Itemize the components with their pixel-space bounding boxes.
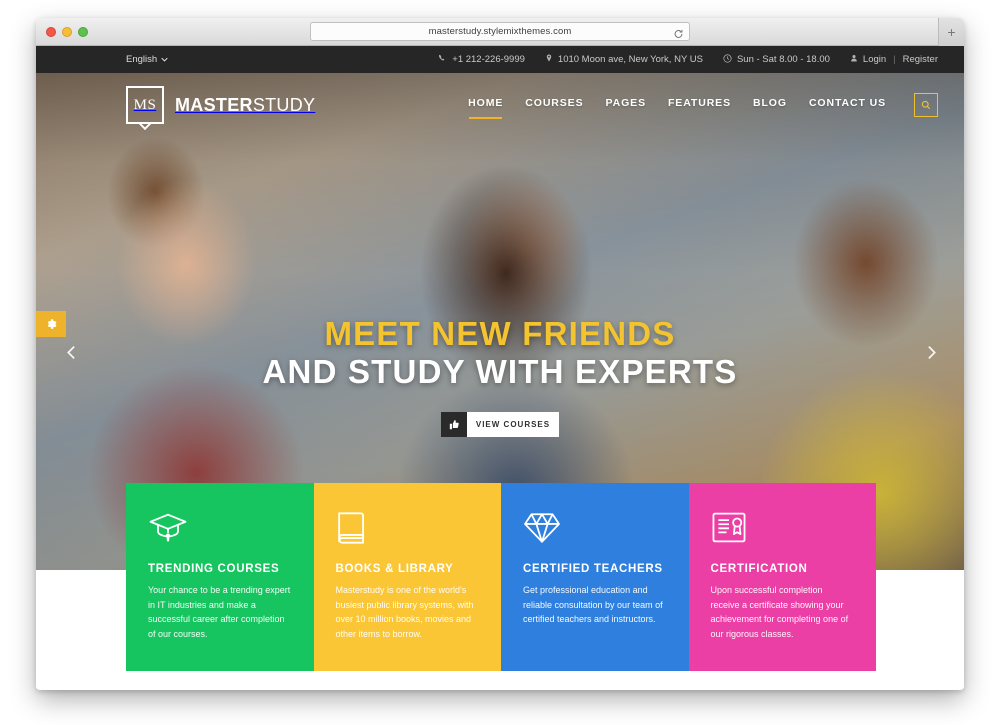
phone-number: +1 212-226-9999 xyxy=(452,54,525,65)
clock-icon xyxy=(723,53,732,66)
account-separator: | xyxy=(893,54,896,65)
feature-card-certification[interactable]: CERTIFICATION Upon successful completion… xyxy=(688,483,876,671)
logo-text-bold: MASTER xyxy=(175,94,253,115)
address-bar[interactable]: masterstudy.stylemixthemes.com xyxy=(310,22,690,41)
graduation-cap-icon xyxy=(148,511,292,557)
nav-item-contact-us[interactable]: CONTACT US xyxy=(809,97,886,113)
account-links: Login | Register xyxy=(850,54,938,66)
view-courses-label: VIEW COURSES xyxy=(475,419,551,429)
logo-text-light: STUDY xyxy=(252,94,316,115)
user-icon xyxy=(850,54,858,66)
hero-content: MEET NEW FRIENDS AND STUDY WITH EXPERTS … xyxy=(36,315,964,437)
diamond-icon xyxy=(523,511,667,557)
top-info-bar: English +1 212-226-9999 1010 Moon ave, N… xyxy=(36,46,964,73)
new-tab-button[interactable]: + xyxy=(938,18,964,46)
feature-card-text: Get professional education and reliable … xyxy=(523,585,663,625)
feature-card-certified-teachers[interactable]: CERTIFIED TEACHERS Get professional educ… xyxy=(501,483,689,671)
feature-card-books-library[interactable]: BOOKS & LIBRARY Masterstudy is one of th… xyxy=(313,483,501,671)
window-traffic-lights xyxy=(46,26,88,37)
feature-card-title: CERTIFICATION xyxy=(710,563,808,575)
minimize-window-button[interactable] xyxy=(62,26,72,37)
certificate-icon xyxy=(711,511,855,557)
url-text: masterstudy.stylemixthemes.com xyxy=(428,26,572,37)
nav-item-home[interactable]: HOME xyxy=(468,97,503,119)
gear-icon[interactable] xyxy=(36,311,66,337)
phone-icon xyxy=(438,54,447,66)
chevron-left-icon[interactable] xyxy=(54,335,88,369)
feature-card-text: Masterstudy is one of the world's busies… xyxy=(335,585,474,639)
browser-window: masterstudy.stylemixthemes.com + English xyxy=(36,18,964,690)
website-viewport: English +1 212-226-9999 1010 Moon ave, N… xyxy=(36,46,964,689)
nav-item-courses[interactable]: COURSES xyxy=(525,97,583,113)
site-header: MS MASTERSTUDY HOME COURSES PAGES FEATUR… xyxy=(36,73,964,137)
language-label: English xyxy=(126,54,158,65)
hours-info: Sun - Sat 8.00 - 18.00 xyxy=(723,53,830,66)
nav-item-blog[interactable]: BLOG xyxy=(753,97,787,113)
feature-card-title: BOOKS & LIBRARY xyxy=(335,563,454,575)
page-root: masterstudy.stylemixthemes.com + English xyxy=(0,0,1000,725)
login-link[interactable]: Login xyxy=(863,54,886,65)
close-window-button[interactable] xyxy=(46,26,56,37)
chevron-down-icon xyxy=(161,54,168,65)
address-info: 1010 Moon ave, New York, NY US xyxy=(545,54,703,66)
feature-card-trending-courses[interactable]: TRENDING COURSES Your chance to be a tre… xyxy=(126,483,314,671)
register-link[interactable]: Register xyxy=(903,54,938,65)
logo-wordmark: MASTERSTUDY xyxy=(175,95,315,116)
phone-info: +1 212-226-9999 xyxy=(438,54,525,66)
chevron-right-icon[interactable] xyxy=(914,335,948,369)
thumbs-up-icon xyxy=(441,411,467,437)
map-pin-icon xyxy=(545,54,553,66)
feature-cards: TRENDING COURSES Your chance to be a tre… xyxy=(126,483,876,671)
nav-item-pages[interactable]: PAGES xyxy=(606,97,646,113)
feature-card-text: Upon successful completion receive a cer… xyxy=(710,585,849,639)
hours-text: Sun - Sat 8.00 - 18.00 xyxy=(736,54,830,65)
hero-headline-secondary: AND STUDY WITH EXPERTS xyxy=(262,352,738,390)
feature-card-title: CERTIFIED TEACHERS xyxy=(523,563,663,575)
logo-mark-icon: MS xyxy=(126,86,164,124)
book-icon xyxy=(336,511,480,557)
top-info-bar-right: +1 212-226-9999 1010 Moon ave, New York,… xyxy=(438,53,938,66)
main-navigation: HOME COURSES PAGES FEATURES BLOG CONTACT… xyxy=(468,93,938,119)
feature-card-text: Your chance to be a trending expert in I… xyxy=(148,585,291,639)
view-courses-button[interactable]: VIEW COURSES xyxy=(441,411,559,437)
language-selector[interactable]: English xyxy=(126,54,168,65)
zoom-window-button[interactable] xyxy=(78,26,88,37)
address-text: 1010 Moon ave, New York, NY US xyxy=(557,54,703,65)
feature-card-title: TRENDING COURSES xyxy=(148,563,280,575)
reload-icon[interactable] xyxy=(673,26,684,38)
site-logo[interactable]: MS MASTERSTUDY xyxy=(126,86,315,124)
hero-headline-primary: MEET NEW FRIENDS xyxy=(324,315,676,352)
search-icon[interactable] xyxy=(914,93,938,117)
browser-chrome-bar: masterstudy.stylemixthemes.com + xyxy=(36,18,964,46)
nav-item-features[interactable]: FEATURES xyxy=(668,97,731,113)
